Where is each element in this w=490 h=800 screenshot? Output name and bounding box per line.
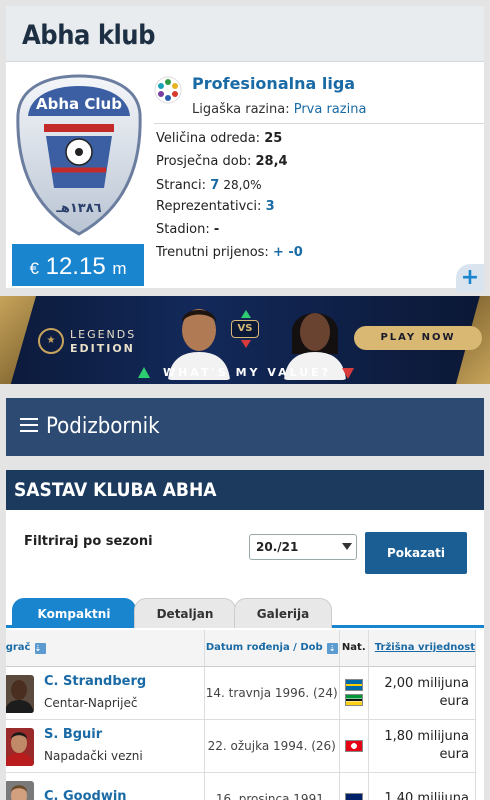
club-info-card: Abha klub Abha Club ١٣٨٦هـ € 12.15 m Pro…: [6, 6, 484, 292]
flag-mozambique-icon: [344, 694, 363, 706]
player-avatar[interactable]: [6, 674, 34, 713]
squad-heading: SASTAV KLUBA ABHA: [6, 470, 484, 510]
player-cell: C. Strandberg Centar-Napriječ: [6, 666, 205, 720]
player-cell: C. Goodwin: [6, 772, 205, 800]
transfer-link[interactable]: + -0: [273, 245, 303, 260]
column-header-player[interactable]: Igrač⇣: [6, 630, 205, 667]
fact-avg-age: Prosječna dob: 28,4: [156, 153, 288, 169]
submenu-button[interactable]: Podizbornik: [6, 398, 484, 456]
internationals-link[interactable]: 3: [266, 199, 275, 214]
league-level-label: Ligaška razina:: [192, 102, 290, 117]
hamburger-icon: [20, 418, 38, 432]
whats-my-value-text: WHAT'S MY VALUE?: [162, 366, 332, 379]
market-value-box[interactable]: € 12.15 m: [12, 244, 144, 286]
player-market-value: 1,40 milijuna: [368, 772, 477, 800]
triangle-down-icon: [342, 368, 354, 379]
flag-australia-icon: [344, 792, 363, 800]
up-arrow-icon: [241, 310, 251, 318]
flag-sweden-icon: [344, 679, 363, 691]
squad-table: Igrač⇣ Datum rođenja / Dob⇣ Nat. Tržišna…: [6, 630, 477, 800]
fact-stadium: Stadion: -: [156, 222, 220, 238]
table-row: C. Strandberg Centar-Napriječ 14. travnj…: [6, 666, 477, 720]
player-name-link[interactable]: C. Strandberg: [44, 673, 204, 691]
column-header-dob[interactable]: Datum rođenja / Dob ⇣: [204, 630, 340, 667]
player-name-link[interactable]: C. Goodwin: [44, 788, 204, 800]
player-market-value: 2,00 milijuna eura: [368, 666, 477, 720]
ad-banner[interactable]: ★ LEGENDS EDITION VS PLAY NOW WHAT'S MY …: [0, 296, 490, 384]
table-row: S. Bguir Napadački vezni 22. ožujka 1994…: [6, 719, 477, 773]
player-dob: 22. ožujka 1994. (26): [204, 719, 340, 773]
view-tabs: Kompaktni Detaljan Galerija: [6, 596, 484, 628]
crest-text: Abha Club: [36, 95, 122, 113]
column-header-nat: Nat.: [339, 630, 369, 667]
player-avatar[interactable]: [6, 727, 34, 766]
vs-label: VS: [231, 320, 259, 338]
club-facts: Veličina odreda: 25 Prosječna dob: 28,4 …: [156, 128, 303, 265]
tab-detailed[interactable]: Detaljan: [134, 598, 236, 628]
player-name-link[interactable]: S. Bguir: [44, 726, 204, 744]
nationality-cell: [339, 719, 369, 773]
down-arrow-icon: [241, 340, 251, 348]
player-market-value: 1,80 milijuna eura: [368, 719, 477, 773]
market-value-unit: m: [112, 259, 127, 278]
banner-decoration: [0, 296, 36, 384]
expand-plus-icon[interactable]: +: [456, 264, 484, 292]
player-avatar[interactable]: [6, 780, 34, 800]
sort-icon[interactable]: ⇣: [34, 642, 46, 654]
league-logo-icon[interactable]: [154, 76, 182, 104]
chevron-down-icon: [342, 543, 352, 550]
submenu-label: Podizbornik: [46, 414, 160, 439]
season-filter-label: Filtriraj po sezoni: [24, 534, 153, 549]
club-crest-logo: Abha Club ١٣٨٦هـ: [16, 74, 142, 236]
player-position: Centar-Napriječ: [44, 696, 138, 710]
currency-symbol: €: [29, 259, 39, 278]
legends-badge-icon: ★: [38, 328, 64, 354]
sort-icon[interactable]: ⇣: [326, 642, 338, 654]
flag-tunisia-icon: [344, 739, 363, 752]
season-selected-value: 20./21: [256, 540, 299, 554]
column-header-market-value[interactable]: Tržišna vrijednost: [368, 630, 477, 667]
player-dob: 16. prosinca 1991.: [204, 772, 340, 800]
table-row: C. Goodwin 16. prosinca 1991. 1,40 milij…: [6, 772, 477, 800]
tab-compact[interactable]: Kompaktni: [12, 598, 136, 628]
nationality-cell: [339, 666, 369, 720]
club-title: Abha klub: [6, 6, 484, 62]
player-dob: 14. travnja 1996. (24): [204, 666, 340, 720]
player-cell: S. Bguir Napadački vezni: [6, 719, 205, 773]
nationality-cell: [339, 772, 369, 800]
foreigners-link[interactable]: 7: [210, 178, 219, 193]
player-position: Napadački vezni: [44, 749, 143, 763]
divider: [154, 123, 484, 124]
market-value: 12.15: [45, 253, 106, 280]
squad-section: SASTAV KLUBA ABHA Filtriraj po sezoni 20…: [6, 470, 484, 800]
league-level-link[interactable]: Prva razina: [294, 102, 367, 117]
crest-year: ١٣٨٦هـ: [55, 201, 101, 216]
league-name-link[interactable]: Profesionalna liga: [192, 74, 355, 93]
legends-edition-logo: LEGENDS EDITION: [70, 328, 137, 355]
season-select[interactable]: 20./21: [249, 534, 357, 560]
league-level: Ligaška razina: Prva razina: [192, 102, 366, 117]
play-now-button[interactable]: PLAY NOW: [354, 326, 482, 350]
tab-gallery[interactable]: Galerija: [234, 598, 332, 628]
fact-transfer: Trenutni prijenos: + -0: [156, 244, 303, 260]
show-button[interactable]: Pokazati: [365, 532, 467, 574]
fact-squad-size: Veličina odreda: 25: [156, 131, 283, 146]
fact-foreigners: Stranci: 7 28,0%: [156, 177, 262, 193]
table-header-row: Igrač⇣ Datum rođenja / Dob⇣ Nat. Tržišna…: [6, 630, 477, 667]
page: Abha klub Abha Club ١٣٨٦هـ € 12.15 m Pro…: [0, 0, 490, 800]
fact-internationals: Reprezentativci: 3: [156, 199, 275, 215]
